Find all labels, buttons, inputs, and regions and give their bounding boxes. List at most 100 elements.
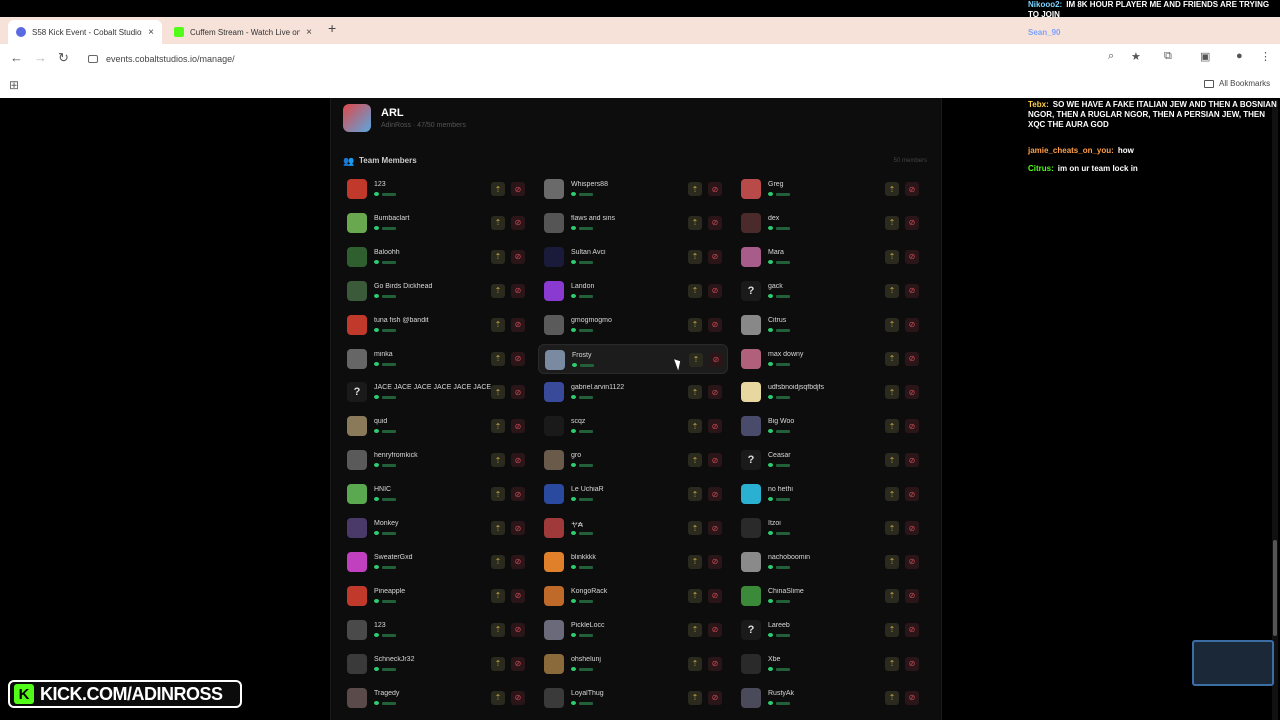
promote-member-icon[interactable]: ⇡: [688, 487, 702, 502]
remove-member-icon[interactable]: ⊘: [905, 317, 919, 332]
member-card[interactable]: ChinaSlime ⇡ ⊘: [735, 581, 925, 611]
member-card[interactable]: ? Ceasar ⇡ ⊘: [735, 445, 925, 475]
member-card[interactable]: gabriel.arvin1122 ⇡ ⊘: [538, 377, 728, 407]
remove-member-icon[interactable]: ⊘: [708, 656, 722, 671]
promote-member-icon[interactable]: ⇡: [885, 487, 899, 502]
remove-member-icon[interactable]: ⊘: [905, 487, 919, 502]
member-card[interactable]: Big Woo ⇡ ⊘: [735, 411, 925, 441]
promote-member-icon[interactable]: ⇡: [688, 588, 702, 603]
remove-member-icon[interactable]: ⊘: [905, 419, 919, 434]
promote-member-icon[interactable]: ⇡: [885, 249, 899, 264]
remove-member-icon[interactable]: ⊘: [905, 521, 919, 535]
member-card[interactable]: RustyAk ⇡ ⊘: [735, 683, 925, 713]
member-card[interactable]: flaws and sins ⇡ ⊘: [538, 208, 728, 238]
promote-member-icon[interactable]: ⇡: [885, 453, 899, 468]
promote-member-icon[interactable]: ⇡: [688, 622, 702, 637]
promote-member-icon[interactable]: ⇡: [491, 351, 505, 366]
remove-member-icon[interactable]: ⊘: [511, 351, 525, 366]
promote-member-icon[interactable]: ⇡: [885, 656, 899, 671]
remove-member-icon[interactable]: ⊘: [511, 487, 525, 502]
remove-member-icon[interactable]: ⊘: [905, 182, 919, 196]
promote-member-icon[interactable]: ⇡: [491, 453, 505, 468]
member-card[interactable]: Go Birds Dickhead ⇡ ⊘: [341, 276, 531, 306]
remove-member-icon[interactable]: ⊘: [708, 554, 722, 569]
remove-member-icon[interactable]: ⊘: [708, 182, 722, 196]
remove-member-icon[interactable]: ⊘: [709, 352, 723, 367]
member-card[interactable]: HNIC ⇡ ⊘: [341, 479, 531, 509]
promote-member-icon[interactable]: ⇡: [491, 588, 505, 603]
promote-member-icon[interactable]: ⇡: [689, 352, 703, 367]
remove-member-icon[interactable]: ⊘: [905, 690, 919, 705]
remove-member-icon[interactable]: ⊘: [511, 521, 525, 535]
remove-member-icon[interactable]: ⊘: [708, 249, 722, 264]
member-card[interactable]: blinkkkk ⇡ ⊘: [538, 547, 728, 577]
remove-member-icon[interactable]: ⊘: [708, 690, 722, 705]
member-card[interactable]: Greg ⇡ ⊘: [735, 174, 925, 204]
remove-member-icon[interactable]: ⊘: [708, 588, 722, 603]
remove-member-icon[interactable]: ⊘: [905, 351, 919, 366]
promote-member-icon[interactable]: ⇡: [885, 554, 899, 569]
remove-member-icon[interactable]: ⊘: [905, 453, 919, 468]
remove-member-icon[interactable]: ⊘: [511, 554, 525, 569]
promote-member-icon[interactable]: ⇡: [885, 182, 899, 196]
promote-member-icon[interactable]: ⇡: [885, 351, 899, 366]
member-card[interactable]: Pineapple ⇡ ⊘: [341, 581, 531, 611]
member-card[interactable]: Citrus ⇡ ⊘: [735, 310, 925, 340]
scrollbar-thumb[interactable]: [1273, 540, 1277, 636]
member-card[interactable]: 123 ⇡ ⊘: [341, 174, 531, 204]
remove-member-icon[interactable]: ⊘: [708, 419, 722, 434]
promote-member-icon[interactable]: ⇡: [491, 554, 505, 569]
member-card[interactable]: henryfromkick ⇡ ⊘: [341, 445, 531, 475]
promote-member-icon[interactable]: ⇡: [688, 453, 702, 468]
member-card[interactable]: SchneckJr32 ⇡ ⊘: [341, 649, 531, 679]
member-card[interactable]: max downy ⇡ ⊘: [735, 344, 925, 374]
promote-member-icon[interactable]: ⇡: [688, 419, 702, 434]
member-card[interactable]: scqz ⇡ ⊘: [538, 411, 728, 441]
tab-kick[interactable]: Cuffem Stream - Watch Live on ×: [166, 20, 320, 44]
remove-member-icon[interactable]: ⊘: [708, 215, 722, 230]
member-card[interactable]: Sultan Avci ⇡ ⊘: [538, 242, 728, 272]
close-icon[interactable]: ×: [306, 27, 312, 38]
back-arrow-icon[interactable]: ←: [10, 50, 23, 65]
promote-member-icon[interactable]: ⇡: [688, 283, 702, 298]
forward-arrow-icon[interactable]: →: [34, 50, 47, 65]
member-card[interactable]: LoyalThug ⇡ ⊘: [538, 683, 728, 713]
remove-member-icon[interactable]: ⊘: [708, 317, 722, 332]
member-card[interactable]: ヤ₳ ⇡ ⊘: [538, 513, 728, 543]
remove-member-icon[interactable]: ⊘: [708, 453, 722, 468]
remove-member-icon[interactable]: ⊘: [905, 249, 919, 264]
remove-member-icon[interactable]: ⊘: [905, 215, 919, 230]
promote-member-icon[interactable]: ⇡: [688, 656, 702, 671]
remove-member-icon[interactable]: ⊘: [511, 588, 525, 603]
remove-member-icon[interactable]: ⊘: [511, 182, 525, 196]
promote-member-icon[interactable]: ⇡: [491, 182, 505, 196]
member-card[interactable]: minka ⇡ ⊘: [341, 344, 531, 374]
promote-member-icon[interactable]: ⇡: [491, 656, 505, 671]
member-card[interactable]: ? gack ⇡ ⊘: [735, 276, 925, 306]
member-card[interactable]: 123 ⇡ ⊘: [341, 615, 531, 645]
remove-member-icon[interactable]: ⊘: [905, 622, 919, 637]
remove-member-icon[interactable]: ⊘: [708, 622, 722, 637]
remove-member-icon[interactable]: ⊘: [708, 385, 722, 400]
promote-member-icon[interactable]: ⇡: [491, 317, 505, 332]
remove-member-icon[interactable]: ⊘: [511, 283, 525, 298]
promote-member-icon[interactable]: ⇡: [491, 487, 505, 502]
remove-member-icon[interactable]: ⊘: [708, 487, 722, 502]
remove-member-icon[interactable]: ⊘: [708, 521, 722, 535]
apps-grid-icon[interactable]: ⊞: [9, 78, 19, 92]
member-card[interactable]: SweaterGxd ⇡ ⊘: [341, 547, 531, 577]
remove-member-icon[interactable]: ⊘: [511, 385, 525, 400]
member-card[interactable]: KongoRack ⇡ ⊘: [538, 581, 728, 611]
promote-member-icon[interactable]: ⇡: [688, 215, 702, 230]
promote-member-icon[interactable]: ⇡: [491, 622, 505, 637]
member-card[interactable]: Baloohh ⇡ ⊘: [341, 242, 531, 272]
promote-member-icon[interactable]: ⇡: [885, 419, 899, 434]
member-card[interactable]: Bumbaclart ⇡ ⊘: [341, 208, 531, 238]
promote-member-icon[interactable]: ⇡: [885, 385, 899, 400]
remove-member-icon[interactable]: ⊘: [511, 622, 525, 637]
member-card[interactable]: ohshelunj ⇡ ⊘: [538, 649, 728, 679]
reload-icon[interactable]: ↻: [58, 50, 69, 66]
promote-member-icon[interactable]: ⇡: [688, 554, 702, 569]
promote-member-icon[interactable]: ⇡: [688, 521, 702, 535]
promote-member-icon[interactable]: ⇡: [885, 283, 899, 298]
